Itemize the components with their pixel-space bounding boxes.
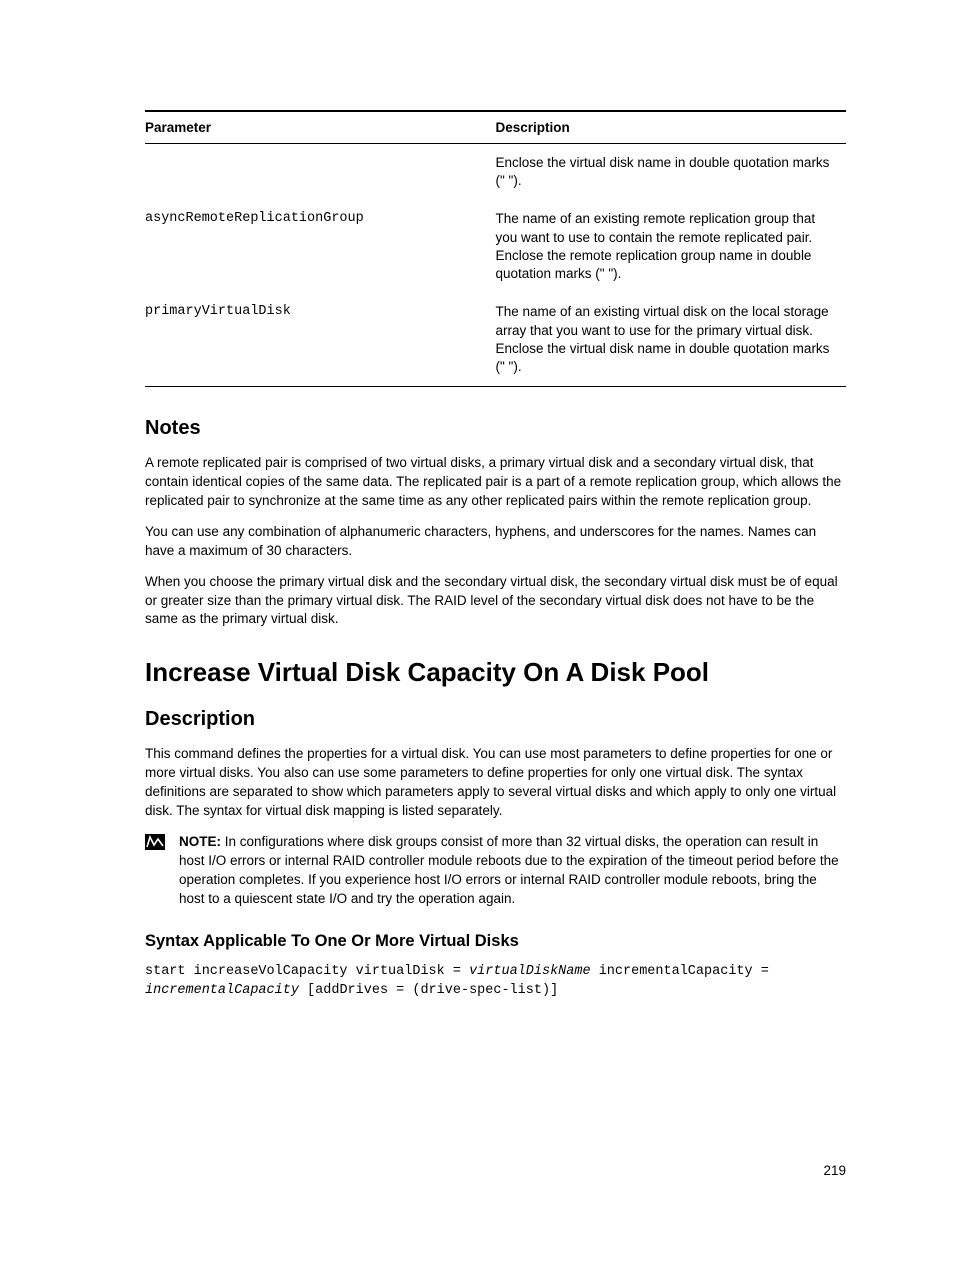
param-cell: primaryVirtualDisk	[145, 293, 496, 386]
param-cell: asyncRemoteReplicationGroup	[145, 200, 496, 293]
page-number: 219	[823, 1163, 846, 1178]
section-heading: Increase Virtual Disk Capacity On A Disk…	[145, 657, 846, 688]
desc-cell: Enclose the virtual disk name in double …	[496, 144, 847, 201]
description-paragraph: This command defines the properties for …	[145, 745, 846, 821]
document-page: Parameter Description Enclose the virtua…	[0, 0, 954, 1001]
note-block: NOTE: In configurations where disk group…	[145, 833, 846, 909]
syntax-text: incrementalCapacity =	[591, 964, 777, 979]
note-label: NOTE:	[179, 834, 225, 849]
table-row: primaryVirtualDisk The name of an existi…	[145, 293, 846, 386]
table-row: Enclose the virtual disk name in double …	[145, 144, 846, 201]
note-text: In configurations where disk groups cons…	[179, 834, 839, 906]
syntax-code: start increaseVolCapacity virtualDisk = …	[145, 963, 846, 1001]
notes-heading: Notes	[145, 417, 846, 440]
table-header-row: Parameter Description	[145, 111, 846, 144]
note-content: NOTE: In configurations where disk group…	[179, 833, 846, 909]
description-heading: Description	[145, 708, 846, 731]
param-cell	[145, 144, 496, 201]
table-header-description: Description	[496, 111, 847, 144]
syntax-variable: incrementalCapacity	[145, 983, 299, 998]
notes-paragraph: When you choose the primary virtual disk…	[145, 573, 846, 630]
notes-paragraph: You can use any combination of alphanume…	[145, 523, 846, 561]
note-icon	[145, 833, 167, 909]
table-row: asyncRemoteReplicationGroup The name of …	[145, 200, 846, 293]
notes-paragraph: A remote replicated pair is comprised of…	[145, 454, 846, 511]
desc-cell: The name of an existing virtual disk on …	[496, 293, 847, 386]
parameter-table: Parameter Description Enclose the virtua…	[145, 110, 846, 387]
syntax-text: start increaseVolCapacity virtualDisk =	[145, 964, 469, 979]
syntax-heading: Syntax Applicable To One Or More Virtual…	[145, 932, 846, 951]
desc-cell: The name of an existing remote replicati…	[496, 200, 847, 293]
syntax-variable: virtualDiskName	[469, 964, 591, 979]
syntax-text: [addDrives = (drive-spec-list)]	[299, 983, 558, 998]
table-header-parameter: Parameter	[145, 111, 496, 144]
